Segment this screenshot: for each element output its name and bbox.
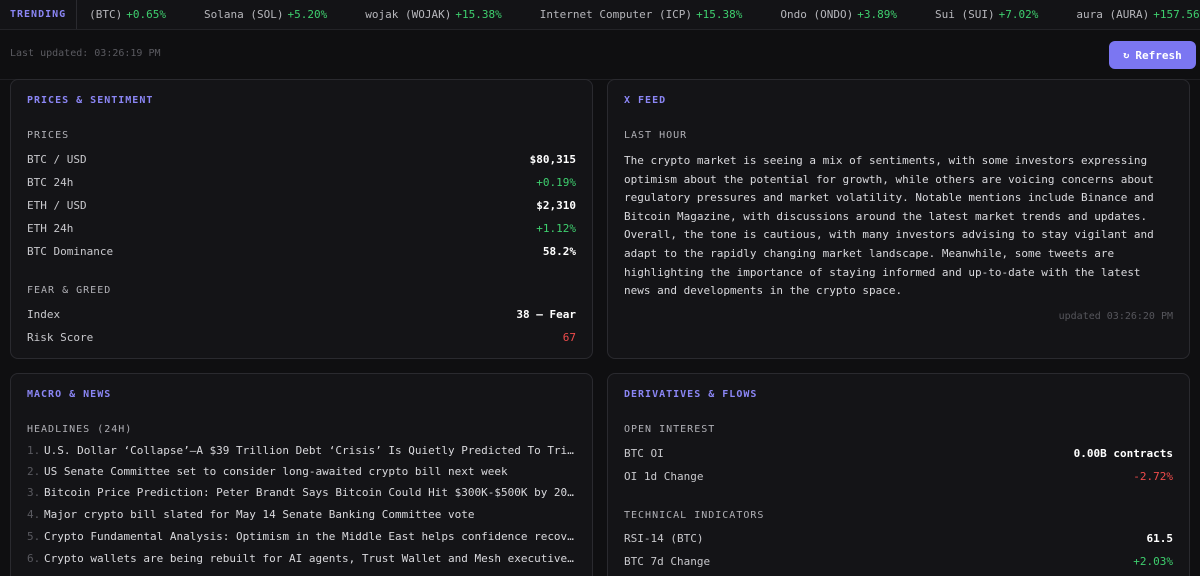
price-row-eth-usd: ETH / USD $2,310 (27, 198, 576, 212)
price-row-btc-24h: BTC 24h +0.19% (27, 175, 576, 189)
ticker-item[interactable]: Internet Computer (ICP) +15.38% (540, 8, 743, 21)
ticker-item[interactable]: aura (AURA)+157.56% (1076, 8, 1200, 21)
headline-item[interactable]: 1. U.S. Dollar ‘Collapse’—A $39 Trillion… (27, 444, 577, 460)
x-feed-card: X FEED LAST HOUR The crypto market is se… (607, 79, 1190, 359)
ticker-item[interactable]: Solana (SOL) +5.20% (204, 8, 327, 21)
header-bar: Last updated: 03:26:19 PM ↻ Refresh (0, 30, 1200, 80)
ticker-item[interactable]: Sui (SUI) +7.02% (935, 8, 1038, 21)
ticker-items: (BTC) +0.65% Solana (SOL) +5.20% wojak (WO… (77, 8, 1200, 21)
fear-greed-index-row: Index 38 — Fear (27, 307, 576, 321)
card-title: DERIVATIVES & FLOWS (624, 389, 758, 400)
btc-7d-change-row: BTC 7d Change +2.03% (624, 554, 1173, 568)
price-row-btc-dominance: BTC Dominance 58.2% (27, 244, 576, 258)
headline-item[interactable]: 4. Major crypto bill slated for May 14 S… (27, 508, 577, 524)
ticker-label: TRENDING (0, 0, 78, 29)
technical-indicators-section-label: TECHNICAL INDICATORS (624, 510, 765, 521)
risk-score-row: Risk Score 67 (27, 330, 576, 344)
fear-greed-section-label: FEAR & GREED (27, 285, 112, 296)
prices-section-label: PRICES (27, 130, 70, 141)
derivatives-flows-card: DERIVATIVES & FLOWS OPEN INTEREST BTC OI… (607, 373, 1190, 576)
prices-sentiment-card: PRICES & SENTIMENT PRICES BTC / USD $80,… (10, 79, 593, 359)
price-row-eth-24h: ETH 24h +1.12% (27, 221, 576, 235)
card-title: X FEED (624, 95, 667, 106)
headline-item[interactable]: 5. Crypto Fundamental Analysis: Optimism… (27, 530, 577, 546)
last-hour-section-label: LAST HOUR (624, 130, 688, 141)
open-interest-section-label: OPEN INTEREST (624, 424, 716, 435)
last-updated-text: Last updated: 03:26:19 PM (10, 48, 161, 59)
headline-item[interactable]: 2. US Senate Committee set to consider l… (27, 465, 577, 481)
refresh-button[interactable]: ↻ Refresh (1109, 41, 1196, 69)
headlines-section-label: HEADLINES (24H) (27, 424, 133, 435)
trending-ticker: TRENDING (BTC) +0.65% Solana (SOL) +5.20% … (0, 0, 1200, 30)
ticker-item[interactable]: Ondo (ONDO) +3.89% (780, 8, 897, 21)
rsi-14-row: RSI-14 (BTC) 61.5 (624, 531, 1173, 545)
x-feed-summary: The crypto market is seeing a mix of sen… (624, 154, 1154, 298)
card-title: PRICES & SENTIMENT (27, 95, 154, 106)
headline-item[interactable]: 3. Bitcoin Price Prediction: Peter Brand… (27, 486, 577, 502)
ticker-item[interactable]: (BTC) +0.65% (89, 8, 166, 21)
headline-item[interactable]: 6. Crypto wallets are being rebuilt for … (27, 552, 577, 568)
refresh-icon: ↻ (1123, 49, 1130, 61)
ticker-item[interactable]: wojak (WOJAK) +15.38% (365, 8, 501, 21)
x-feed-updated-time: updated 03:26:20 PM (1058, 311, 1173, 322)
price-row-btc-usd: BTC / USD $80,315 (27, 152, 576, 166)
oi-1d-change-row: OI 1d Change -2.72% (624, 469, 1173, 483)
refresh-label: Refresh (1135, 48, 1182, 62)
btc-oi-row: BTC OI 0.00B contracts (624, 446, 1173, 460)
card-title: MACRO & NEWS (27, 389, 112, 400)
macro-news-card: MACRO & NEWS HEADLINES (24H) 1. U.S. Dol… (10, 373, 593, 576)
